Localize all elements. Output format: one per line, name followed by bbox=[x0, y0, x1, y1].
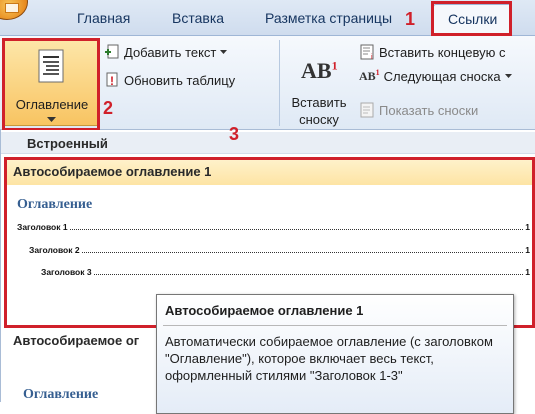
next-footnote-label: Следующая сноска bbox=[383, 68, 501, 84]
toc-preview-heading: Оглавление bbox=[23, 387, 99, 402]
office-logo-icon bbox=[5, 3, 19, 13]
tooltip-body: Автоматически собираемое оглавление (с з… bbox=[165, 334, 493, 383]
insert-footnote-label-line1: Вставить bbox=[291, 95, 347, 110]
update-table-button[interactable]: ! Обновить таблицу bbox=[104, 70, 235, 90]
section-header-builtin: Встроенный bbox=[1, 132, 535, 154]
group-separator bbox=[279, 40, 280, 126]
step-badge-1: 1 bbox=[405, 9, 416, 29]
insert-footnote-button[interactable]: AB1 Вставить сноску bbox=[282, 40, 356, 127]
highlight-box-toc-button bbox=[2, 38, 100, 131]
add-text-icon bbox=[104, 44, 120, 60]
dropdown-arrow-icon bbox=[504, 73, 512, 78]
tab-insert[interactable]: Вставка bbox=[172, 10, 224, 26]
endnote-icon-text: AB bbox=[359, 69, 376, 83]
svg-text:!: ! bbox=[110, 74, 114, 88]
endnote-icon: i bbox=[359, 44, 375, 61]
gallery-item-title: Автособираемое ог bbox=[13, 333, 140, 348]
next-footnote-button[interactable]: AB1 Следующая сноска bbox=[359, 66, 512, 86]
insert-footnote-label-line2: сноску bbox=[299, 112, 339, 127]
update-table-icon: ! bbox=[104, 72, 120, 88]
endnote-icon-sup: 1 bbox=[375, 68, 380, 77]
insert-endnote-button[interactable]: i Вставить концевую с bbox=[359, 42, 505, 62]
office-button[interactable] bbox=[0, 0, 28, 20]
next-footnote-icon: AB1 bbox=[359, 68, 380, 84]
show-notes-icon bbox=[359, 102, 375, 118]
insert-endnote-label: Вставить концевую с bbox=[379, 44, 506, 60]
tooltip-separator bbox=[163, 325, 507, 326]
footnote-icon-text: AB bbox=[301, 58, 332, 83]
step-badge-2: 2 bbox=[103, 98, 114, 118]
show-notes-button[interactable]: Показать сноски bbox=[359, 100, 478, 120]
footnote-icon: AB1 bbox=[301, 58, 338, 84]
tooltip-title: Автособираемое оглавление 1 bbox=[165, 303, 364, 318]
tab-home[interactable]: Главная bbox=[77, 10, 130, 26]
tab-page-layout[interactable]: Разметка страницы bbox=[265, 10, 392, 26]
step-badge-3: 3 bbox=[229, 124, 240, 144]
update-table-label: Обновить таблицу bbox=[124, 72, 236, 88]
show-notes-label: Показать сноски bbox=[379, 102, 479, 118]
dropdown-arrow-icon bbox=[220, 49, 228, 54]
add-text-button[interactable]: Добавить текст bbox=[104, 42, 228, 62]
add-text-label: Добавить текст bbox=[124, 44, 217, 60]
gallery-item-tooltip: Автособираемое оглавление 1 Автоматическ… bbox=[156, 294, 514, 414]
highlight-box-references-tab bbox=[431, 1, 512, 36]
footnote-icon-sup: 1 bbox=[331, 58, 338, 73]
